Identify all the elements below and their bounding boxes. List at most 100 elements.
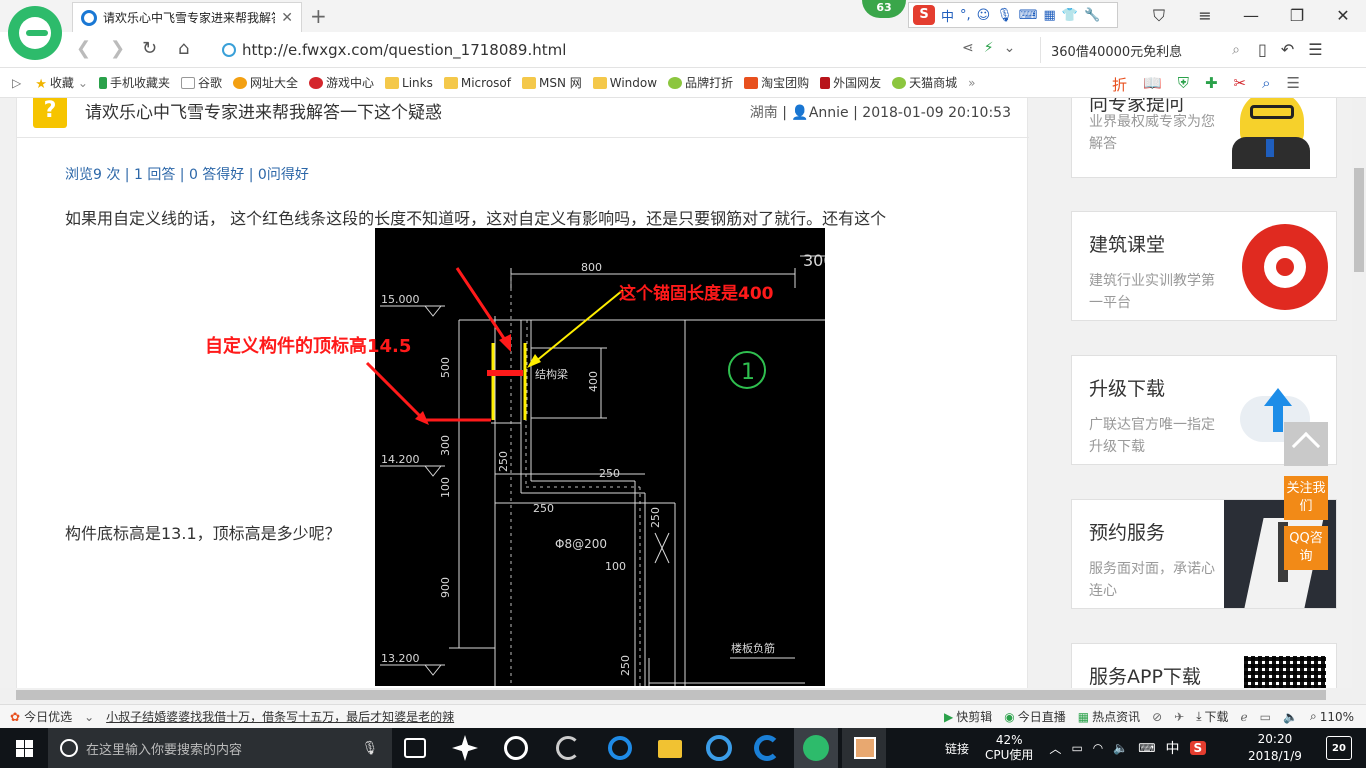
bookmark-item[interactable]: 游戏中心 [309, 74, 374, 91]
bookmark-item[interactable]: MSN 网 [521, 74, 582, 91]
plus-icon[interactable]: ✚ [1205, 74, 1218, 95]
battery-icon[interactable]: ▭ [1071, 741, 1082, 755]
more-bookmarks-icon[interactable]: » [968, 76, 975, 90]
mobile-icon[interactable]: ▯ [1258, 40, 1267, 59]
swirl-app-icon[interactable] [556, 736, 580, 760]
search-icon[interactable]: ⌕ [1232, 42, 1240, 58]
taskbar-search[interactable]: 在这里输入你要搜索的内容 🎙 [48, 728, 392, 768]
question-stats[interactable]: 浏览9 次 | 1 回答 | 0 答得好 | 0问得好 [65, 164, 309, 184]
minimize-icon[interactable]: — [1228, 0, 1274, 32]
ime-indicator[interactable]: 中 [1166, 738, 1180, 758]
taskbar-search-input[interactable]: 在这里输入你要搜索的内容 [86, 739, 242, 758]
more-icon[interactable]: ☰ [1308, 40, 1322, 59]
sound-icon[interactable]: 🔈 [1283, 710, 1298, 724]
site-info-icon[interactable] [222, 43, 236, 57]
cpu-usage[interactable]: 42% CPU使用 [985, 733, 1033, 763]
restore-icon[interactable]: ❐ [1274, 0, 1320, 32]
edge-icon[interactable] [608, 736, 632, 760]
tray-expand-icon[interactable]: ︿ [1049, 740, 1061, 757]
search-text[interactable]: 360借40000元免利息 [1051, 41, 1182, 60]
glodon-app-icon[interactable] [754, 735, 780, 761]
volume-icon[interactable]: 🔈 [1113, 741, 1128, 755]
sogou-ime-toolbar[interactable]: S 中 °, ☺ 🎙 ⌨ ▦ 👕 🔧 [908, 2, 1118, 28]
dropdown-icon[interactable]: ⌄ [1004, 40, 1016, 56]
follow-us-button[interactable]: 关注我们 [1284, 476, 1328, 520]
browser-tab[interactable]: 请欢乐心中飞雪专家进来帮我解答 ✕ [72, 2, 302, 32]
today-live[interactable]: ◉ 今日直播 [1004, 708, 1066, 725]
clock[interactable]: 20:20 2018/1/9 [1248, 731, 1302, 765]
scissors-icon[interactable]: ✂ [1234, 74, 1247, 95]
bookmark-item[interactable]: 谷歌 [180, 74, 222, 91]
home-icon[interactable]: ⌂ [178, 38, 189, 59]
bookmark-item[interactable]: ★ 收藏 ⌄ [35, 74, 88, 92]
bookmark-item[interactable]: 淘宝团购 [744, 74, 809, 91]
emoji-icon[interactable]: ☺ [977, 8, 991, 23]
quick-clip[interactable]: ▶ 快剪辑 [944, 708, 992, 725]
mic-icon[interactable]: 🎙 [361, 741, 378, 756]
search-box[interactable]: 360借40000元免利息 ⌕ [1040, 37, 1240, 63]
file-explorer-icon[interactable] [658, 740, 682, 758]
back-to-top-button[interactable] [1284, 422, 1328, 466]
question-author[interactable]: Annie [809, 105, 849, 121]
accelerate-icon[interactable]: ⊘ [1152, 710, 1162, 724]
shirt-icon[interactable]: 👕 [1062, 8, 1078, 23]
forward-icon[interactable]: ❯ [110, 38, 125, 59]
task-view-icon[interactable] [404, 738, 426, 758]
close-window-icon[interactable]: ✕ [1320, 0, 1366, 32]
bookmark-item[interactable]: Microsof [443, 76, 511, 90]
bookmark-item[interactable]: 网址大全 [233, 74, 298, 91]
book-icon[interactable]: 📖 [1143, 74, 1162, 95]
fan-icon[interactable] [452, 735, 478, 761]
sogou-tray-icon[interactable]: S [1189, 741, 1207, 755]
hot-news[interactable]: ▦ 热点资讯 [1078, 708, 1140, 725]
bookmark-item[interactable]: 外国网友 [820, 74, 881, 91]
wifi-icon[interactable]: ◠ [1093, 741, 1103, 755]
pin-icon[interactable]: ✈ [1174, 710, 1184, 724]
tools-menu-icon[interactable]: ☰ [1287, 74, 1300, 95]
ie-icon[interactable] [706, 735, 732, 761]
image-viewer-task[interactable] [842, 728, 886, 768]
browser-e-icon[interactable] [504, 736, 528, 760]
shield-icon[interactable]: ⛨ [1178, 74, 1189, 95]
ime-mode[interactable]: 中 [941, 6, 954, 25]
keyboard-icon[interactable]: ⌨ [1138, 741, 1155, 755]
qq-consult-button[interactable]: QQ咨询 [1284, 526, 1328, 570]
discount-icon[interactable]: 折 [1112, 74, 1127, 95]
horizontal-scrollbar[interactable] [0, 688, 1366, 702]
lightning-icon[interactable]: ⚡ [984, 40, 994, 56]
shirt-skin-icon[interactable]: ⛉ [1136, 0, 1182, 32]
active-browser-task[interactable] [794, 728, 838, 768]
find-icon[interactable]: ⌕ [1262, 74, 1270, 95]
tab-close-icon[interactable]: ✕ [281, 10, 293, 26]
menu-icon[interactable]: ≡ [1182, 0, 1228, 32]
grid-icon[interactable]: ▦ [1044, 8, 1056, 23]
refresh-icon[interactable]: ↻ [142, 38, 157, 59]
sidebar-toggle-icon[interactable]: ▷ [12, 76, 21, 90]
vertical-scroll-thumb[interactable] [1354, 168, 1364, 272]
sidebar-card-course[interactable]: 建筑课堂 建筑行业实训教学第一平台 [1071, 211, 1337, 321]
user-badge[interactable]: 63 [862, 0, 906, 18]
sidebar-card-app[interactable]: 服务APP下载 [1071, 643, 1337, 688]
share-icon[interactable]: ⋖ [962, 40, 974, 56]
keyboard-icon[interactable]: ⌨ [1019, 8, 1038, 23]
bookmark-item[interactable]: Links [385, 76, 433, 90]
chevron-down-icon[interactable]: ⌄ [84, 710, 94, 724]
today-picks[interactable]: ✿ 今日优选 [10, 708, 72, 725]
back-icon[interactable]: ❮ [76, 38, 91, 59]
ime-punct[interactable]: °, [960, 8, 971, 23]
horizontal-scroll-thumb[interactable] [16, 690, 1326, 700]
sidebar-card-expert[interactable]: 向专家提问 业界最权威专家为您解答 [1071, 98, 1337, 178]
ie-mode-icon[interactable]: ℯ [1241, 710, 1248, 724]
browser-logo-icon[interactable] [8, 6, 62, 60]
bookmark-item[interactable]: 品牌打折 [668, 74, 733, 91]
bookmark-item[interactable]: 天猫商城 [892, 74, 957, 91]
mic-icon[interactable]: 🎙 [996, 8, 1013, 23]
zoom-control[interactable]: ⌕ 110% [1310, 709, 1354, 724]
news-ticker[interactable]: 小叔子结婚婆婆找我借十万，借条写十五万，最后才知婆是老的辣 [106, 708, 454, 725]
download-manager[interactable]: ⤓ 下载 [1196, 708, 1228, 725]
notification-center-icon[interactable]: 20 [1326, 736, 1352, 760]
new-tab-icon[interactable]: + [310, 4, 327, 28]
undo-icon[interactable]: ↶ [1281, 40, 1294, 59]
wrench-icon[interactable]: 🔧 [1084, 8, 1100, 23]
tray-link[interactable]: 链接 [945, 740, 969, 757]
